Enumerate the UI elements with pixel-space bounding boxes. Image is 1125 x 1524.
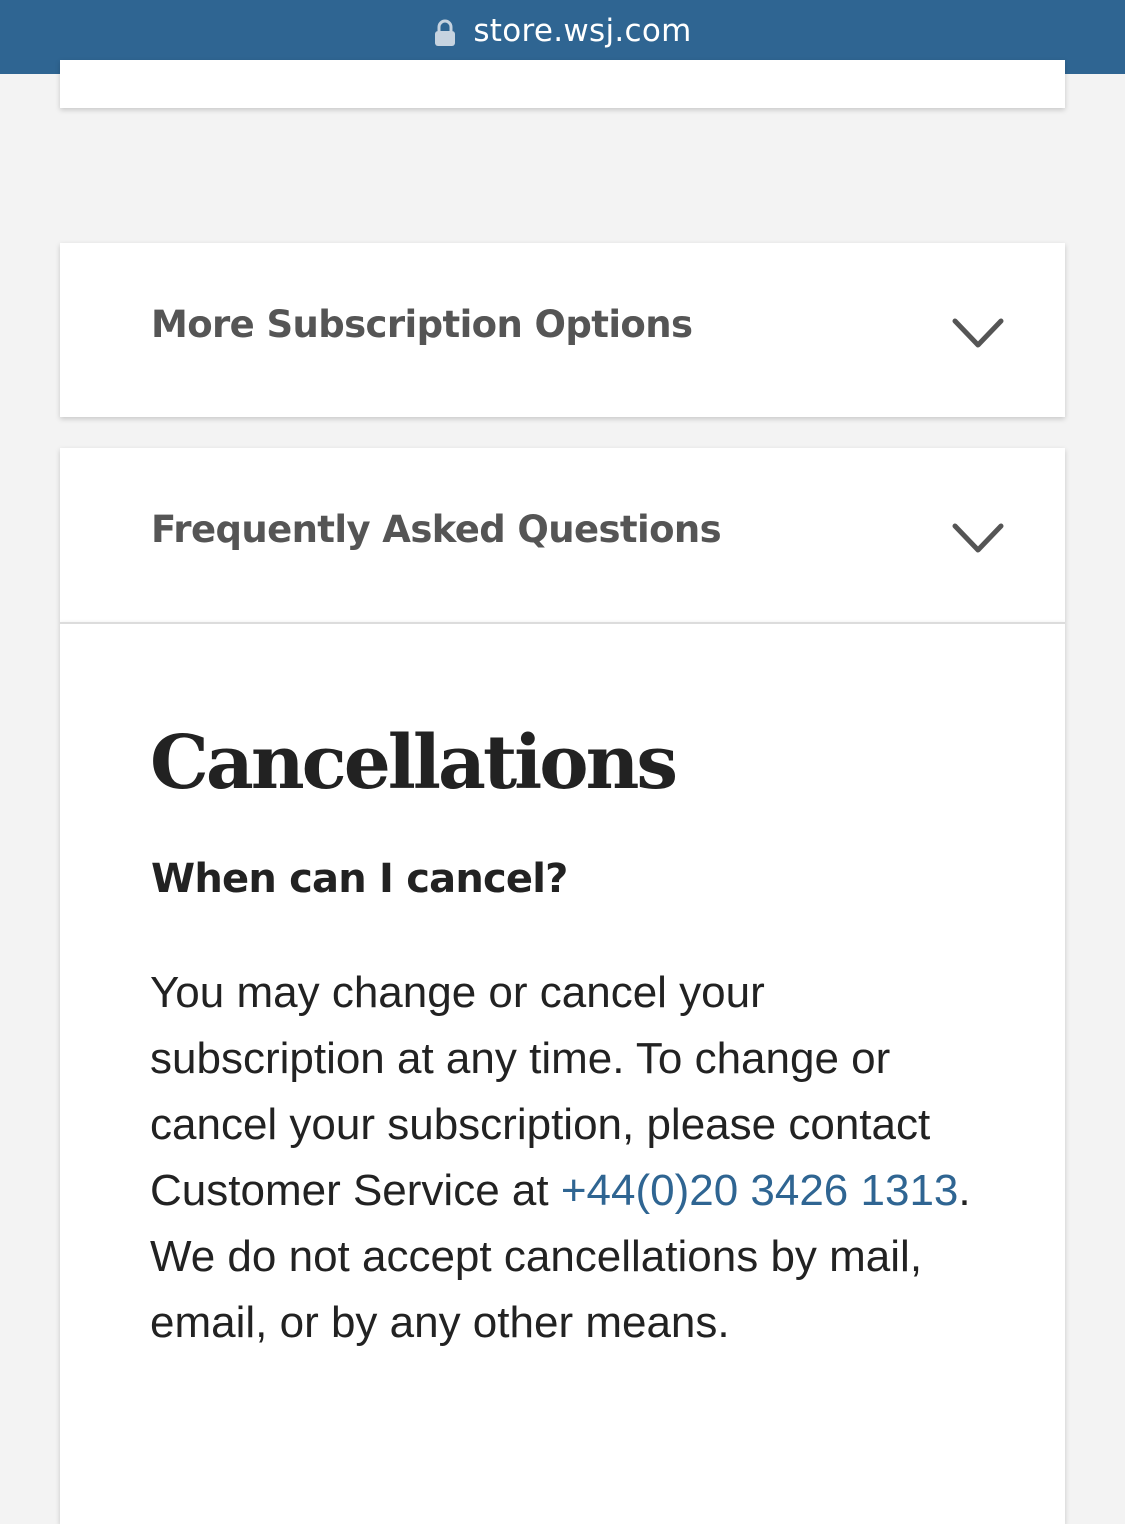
faq-accordion[interactable]: Frequently Asked Questions — [60, 448, 1065, 622]
more-subscription-options-accordion[interactable]: More Subscription Options — [60, 243, 1065, 417]
chevron-down-icon[interactable] — [951, 520, 1005, 556]
previous-card — [60, 60, 1065, 108]
faq-question: When can I cancel? — [151, 856, 568, 902]
phone-link[interactable]: +44(0)20 3426 1313 — [561, 1166, 959, 1215]
faq-panel: Cancellations When can I cancel? You may… — [60, 622, 1065, 1524]
url-text: store.wsj.com — [473, 13, 692, 49]
chevron-down-icon[interactable] — [951, 315, 1005, 351]
lock-icon — [435, 19, 456, 46]
section-heading: Cancellations — [150, 720, 678, 806]
accordion-title: Frequently Asked Questions — [151, 507, 722, 551]
faq-answer: You may change or cancel your subscripti… — [150, 960, 1000, 1356]
accordion-title: More Subscription Options — [151, 302, 693, 346]
